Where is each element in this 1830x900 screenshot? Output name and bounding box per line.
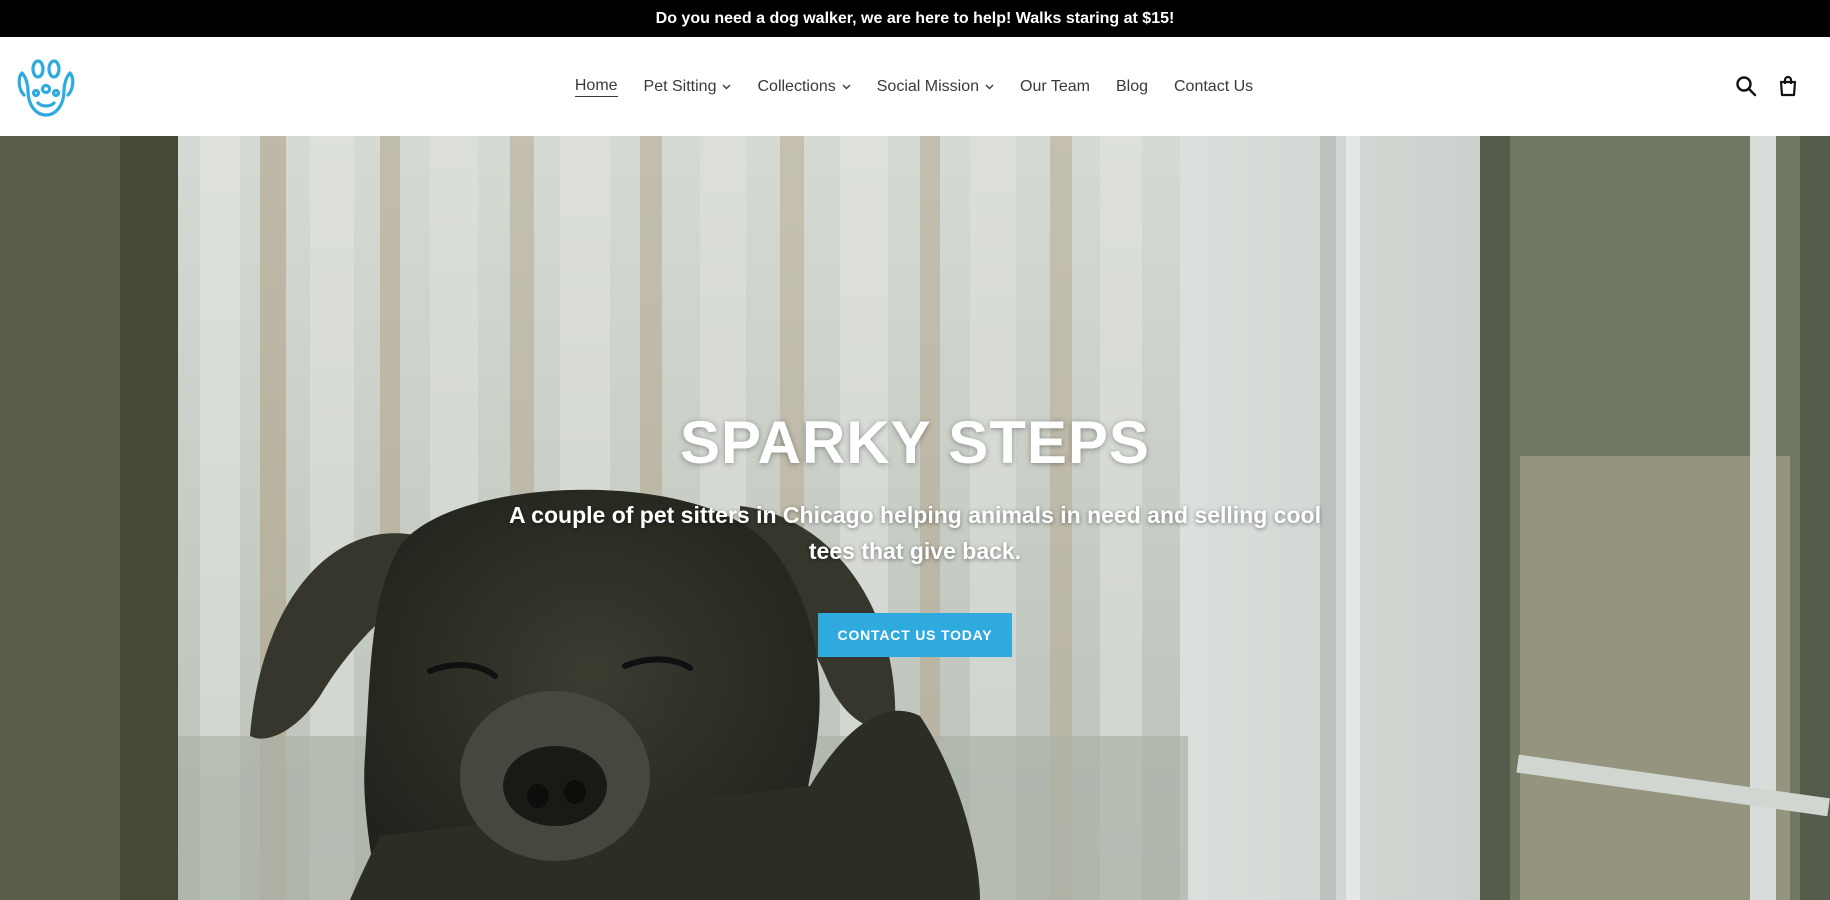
header-actions — [1734, 74, 1800, 98]
hero-subtitle: A couple of pet sitters in Chicago helpi… — [509, 502, 1321, 564]
nav-item-label: Home — [574, 77, 618, 97]
hero-content: SPARKY STEPS A couple of pet sitters in … — [0, 408, 1830, 657]
nav-item-label: Collections — [757, 77, 836, 95]
chevron-down-icon — [842, 84, 851, 89]
chevron-down-icon — [722, 84, 731, 89]
nav-item-label: Contact Us — [1174, 77, 1254, 95]
announcement-text: Do you need a dog walker, we are here to… — [655, 9, 1175, 27]
nav-item-our-team[interactable]: Our Team — [1020, 78, 1090, 96]
nav-item-home[interactable]: Home — [574, 77, 618, 97]
announcement-bar: Do you need a dog walker, we are here to… — [0, 0, 1830, 37]
main-nav: Home Pet Sitting Collections Social Miss… — [0, 37, 1830, 136]
chevron-down-icon — [985, 84, 994, 89]
nav-item-label: Pet Sitting — [643, 77, 717, 95]
nav-item-social-mission[interactable]: Social Mission — [877, 78, 994, 96]
nav-item-label: Our Team — [1020, 77, 1090, 95]
nav-item-pet-sitting[interactable]: Pet Sitting — [644, 78, 732, 96]
search-icon[interactable] — [1734, 74, 1758, 98]
hero-title: SPARKY STEPS — [680, 409, 1150, 476]
site-header: Home Pet Sitting Collections Social Miss… — [0, 37, 1830, 136]
cart-icon[interactable] — [1776, 74, 1800, 98]
nav-item-contact-us[interactable]: Contact Us — [1174, 78, 1253, 96]
nav-item-blog[interactable]: Blog — [1116, 78, 1148, 96]
nav-item-collections[interactable]: Collections — [757, 77, 851, 96]
contact-us-button[interactable]: CONTACT US TODAY — [818, 613, 1012, 657]
nav-item-label: Blog — [1115, 77, 1148, 95]
hero-banner: SPARKY STEPS A couple of pet sitters in … — [0, 136, 1830, 900]
nav-item-label: Social Mission — [876, 77, 980, 95]
